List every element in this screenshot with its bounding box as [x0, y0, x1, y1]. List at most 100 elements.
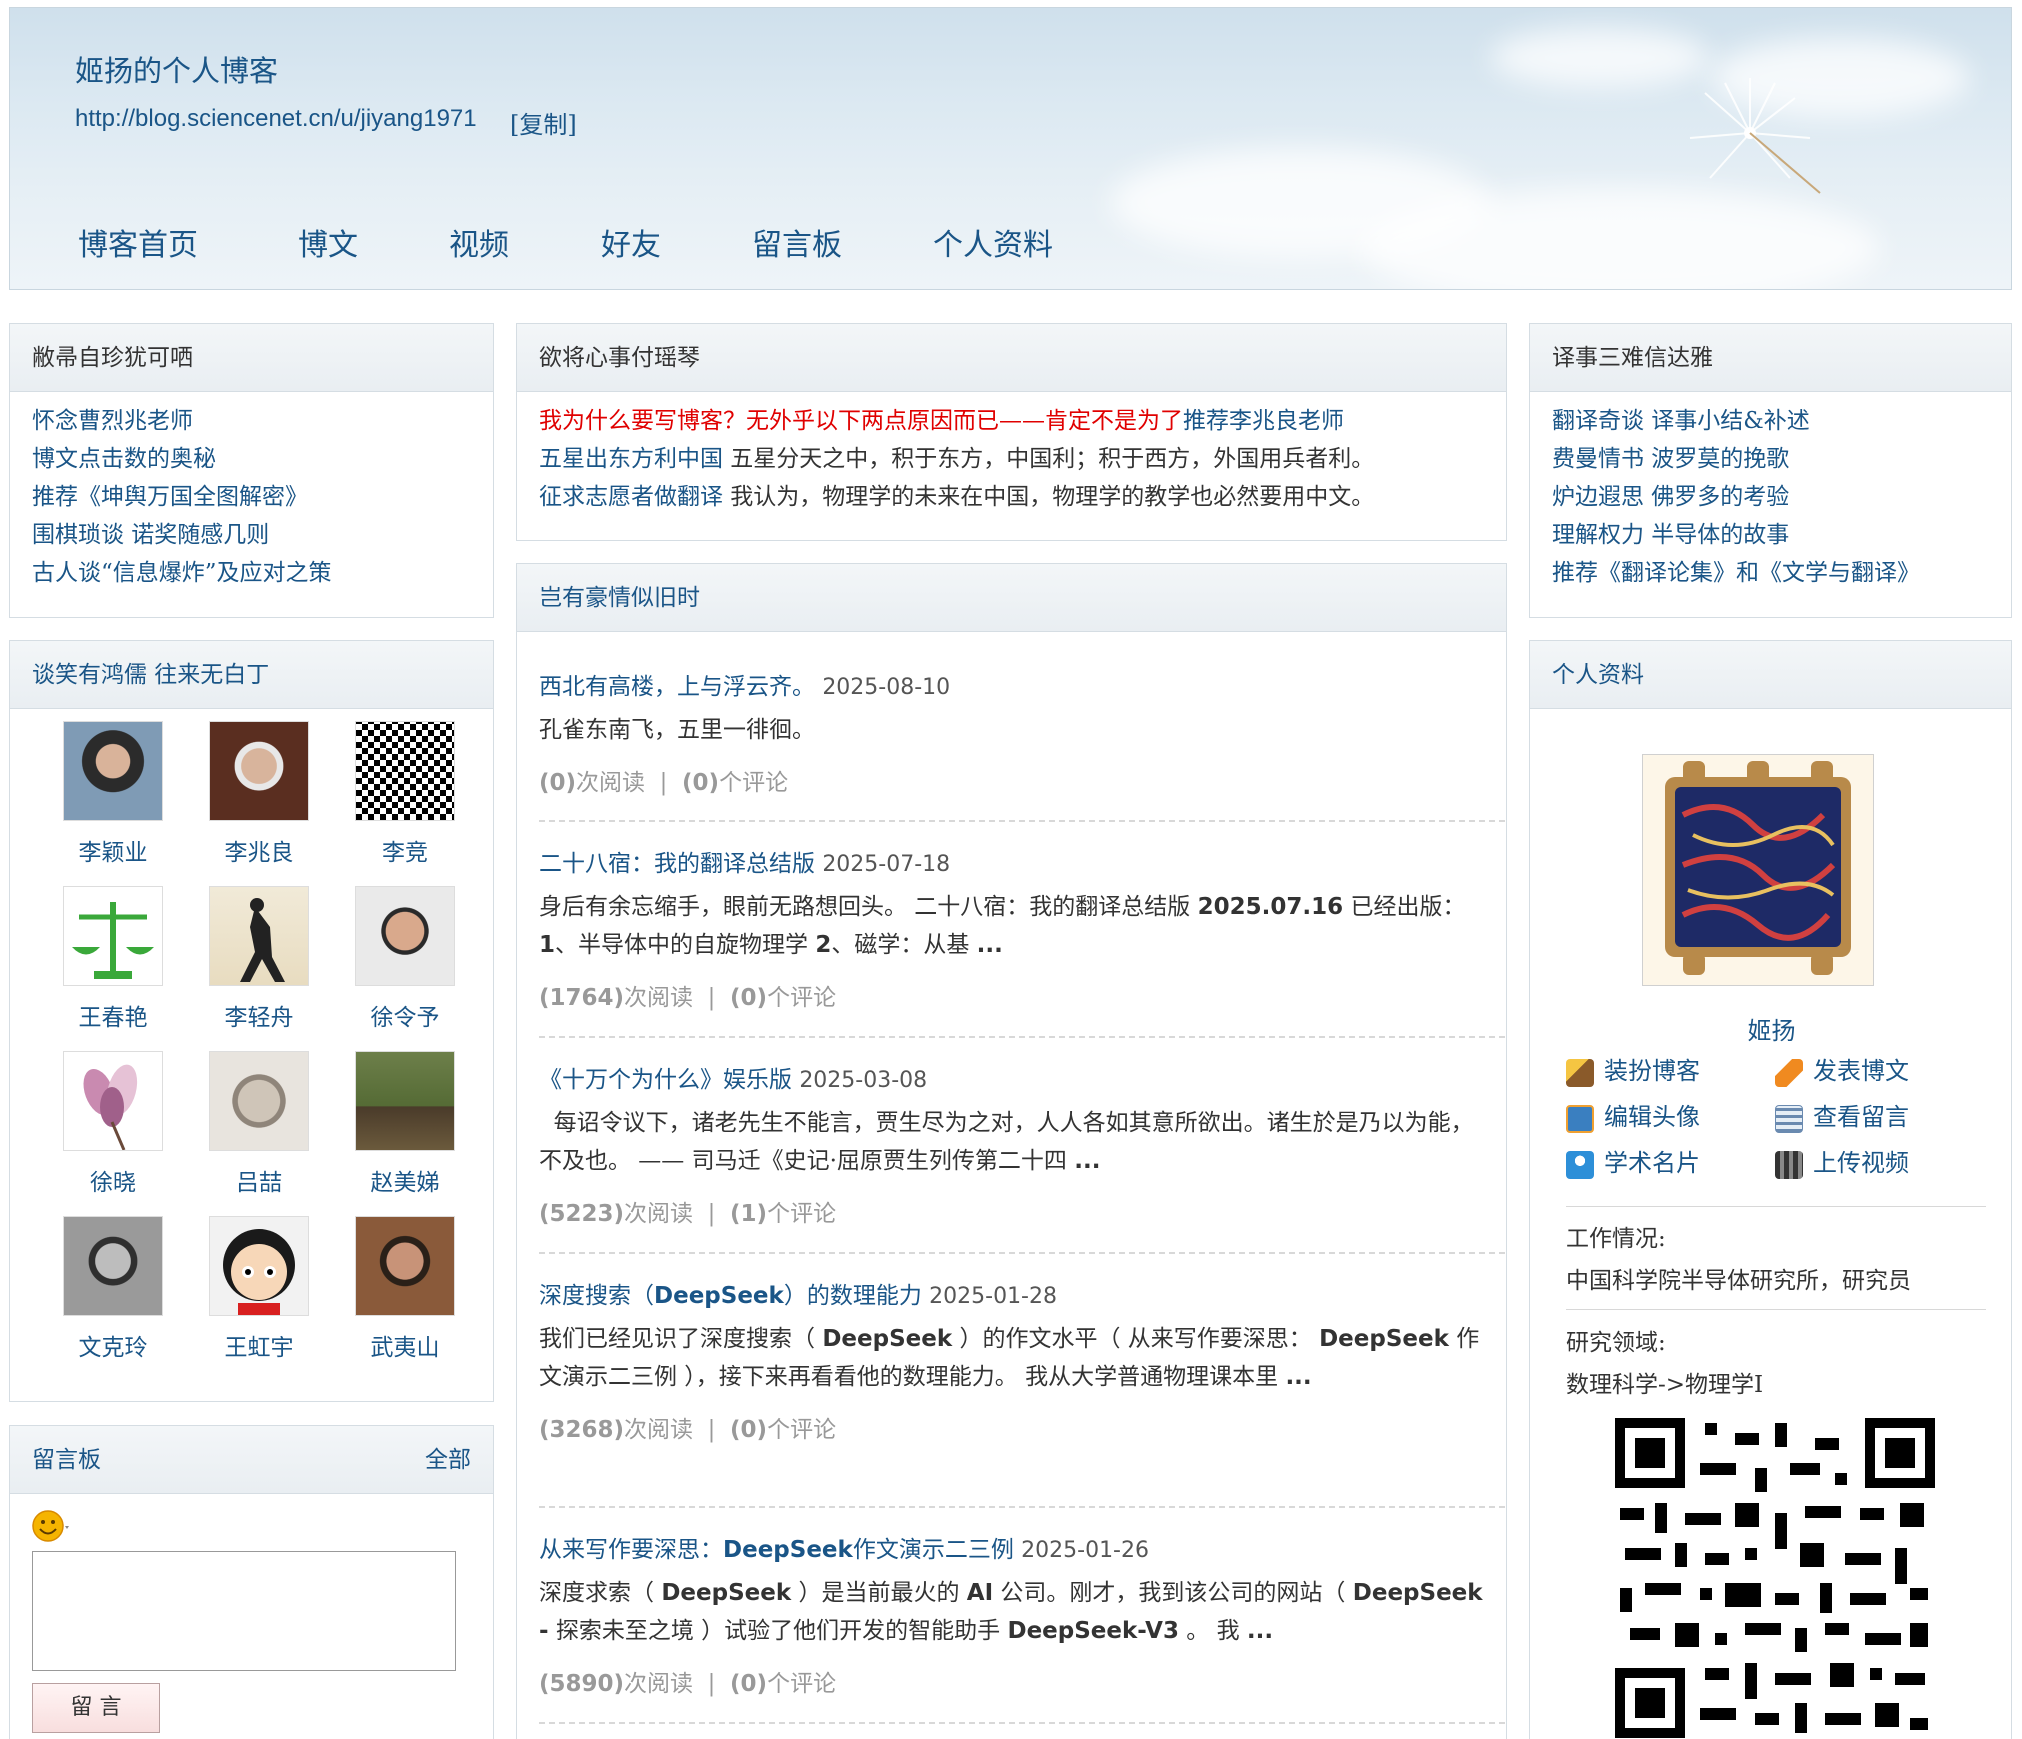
nav-profile[interactable]: 个人资料 [933, 220, 1053, 264]
academic-card-action[interactable]: 学术名片 [1566, 1143, 1700, 1179]
post-title-text[interactable]: 《十万个为什么》娱乐版 [539, 1067, 792, 1093]
action-label[interactable]: 装扮博客 [1604, 1057, 1700, 1085]
pinned-red-link[interactable]: 我为什么要写博客？无外乎以下两点原因而已——肯定不是为了 [539, 408, 1183, 434]
post-title[interactable]: 《十万个为什么》娱乐版 2025-03-08 [539, 1060, 1487, 1094]
friend-avatar[interactable] [355, 721, 455, 821]
friend-name[interactable]: 李轻舟 [199, 998, 319, 1032]
featured-link[interactable]: 怀念曹烈兆老师 [32, 402, 493, 440]
friend-name[interactable]: 李竞 [345, 833, 465, 867]
featured-link[interactable]: 推荐《坤舆万国全图解密》 [32, 478, 493, 516]
nav-posts[interactable]: 博文 [298, 220, 358, 264]
blog-url[interactable]: http://blog.sciencenet.cn/u/jiyang1971 [75, 105, 477, 133]
friend-name[interactable]: 武夷山 [345, 1328, 465, 1362]
friend-avatar[interactable] [209, 1051, 309, 1151]
profile-name[interactable]: 姬扬 [1530, 1011, 2013, 1046]
post-title[interactable]: 从来写作要深思：DeepSeek作文演示二三例 2025-01-26 [539, 1530, 1487, 1564]
translation-link[interactable]: 炉边遐思 佛罗多的考验 [1552, 478, 2011, 516]
friend-item[interactable]: 吕喆 [199, 1051, 319, 1197]
action-label[interactable]: 发表博文 [1813, 1057, 1909, 1085]
friend-item[interactable]: 王春艳 [53, 886, 173, 1032]
friend-avatar[interactable] [63, 886, 163, 986]
pinned-link[interactable]: 五星出东方利中国 [539, 446, 723, 472]
translation-link[interactable]: 理解权力 半导体的故事 [1552, 516, 2011, 554]
featured-link[interactable]: 古人谈“信息爆炸”及应对之策 [32, 554, 493, 592]
post-divider [539, 1506, 1505, 1508]
friend-name[interactable]: 李颖业 [53, 833, 173, 867]
edit-avatar-action[interactable]: 编辑头像 [1566, 1097, 1700, 1133]
friend-item[interactable]: 王虹宇 [199, 1216, 319, 1362]
post-excerpt: 每诏令议下，诸老先生不能言，贾生尽为之对，人人各如其意所欲出。诸生於是乃以为能，… [539, 1110, 1474, 1174]
friend-name[interactable]: 王春艳 [53, 998, 173, 1032]
view-messages-action[interactable]: 查看留言 [1775, 1097, 1909, 1133]
pinned-link[interactable]: 征求志愿者做翻译 [539, 484, 723, 510]
recent-posts-panel: 岂有豪情似旧时 西北有高楼，上与浮云齐。 2025-08-10 孔雀东南飞，五里… [516, 563, 1507, 1739]
friend-avatar[interactable] [355, 1216, 455, 1316]
friend-avatar[interactable] [355, 1051, 455, 1151]
translation-link[interactable]: 推荐《翻译论集》和《文学与翻译》 [1552, 554, 2011, 592]
film-icon [1775, 1150, 1803, 1179]
panel-title: 谈笑有鸿儒 往来无白丁 [10, 641, 493, 709]
featured-link[interactable]: 围棋琐谈 诺奖随感几则 [32, 516, 493, 554]
friend-avatar[interactable] [63, 1216, 163, 1316]
friend-item[interactable]: 徐晓 [53, 1051, 173, 1197]
friend-name[interactable]: 赵美娣 [345, 1163, 465, 1197]
friend-name[interactable]: 李兆良 [199, 833, 319, 867]
pinned-link[interactable]: 推荐李兆良老师 [1183, 408, 1344, 434]
translation-link[interactable]: 费曼情书 波罗莫的挽歌 [1552, 440, 2011, 478]
friend-item[interactable]: 李颖业 [53, 721, 173, 867]
friend-avatar[interactable] [63, 721, 163, 821]
action-label[interactable]: 学术名片 [1604, 1149, 1700, 1177]
friend-avatar[interactable] [355, 886, 455, 986]
nav-videos[interactable]: 视频 [449, 220, 509, 264]
post-excerpt: 我们已经见识了深度搜索（ DeepSeek ）的作文水平（ 从来写作要深思： D… [539, 1326, 1480, 1390]
friend-item[interactable]: 李竞 [345, 721, 465, 867]
friend-name[interactable]: 徐令予 [345, 998, 465, 1032]
friend-item[interactable]: 文克玲 [53, 1216, 173, 1362]
friend-avatar[interactable] [209, 1216, 309, 1316]
post-title[interactable]: 深度搜索（DeepSeek）的数理能力 2025-01-28 [539, 1276, 1487, 1310]
post-title[interactable]: 二十八宿：我的翻译总结版 2025-07-18 [539, 844, 1487, 878]
friend-item[interactable]: 赵美娣 [345, 1051, 465, 1197]
pinned-posts-panel: 欲将心事付瑶琴 我为什么要写博客？无外乎以下两点原因而已——肯定不是为了推荐李兆… [516, 323, 1507, 541]
work-label: 工作情况: [1566, 1226, 1666, 1252]
copy-url-link[interactable]: [复制] [510, 105, 577, 140]
featured-link[interactable]: 博文点击数的奥秘 [32, 440, 493, 478]
post-title-text[interactable]: 二十八宿：我的翻译总结版 [539, 851, 815, 877]
comment-label: 个评论 [767, 1417, 837, 1443]
friend-item[interactable]: 徐令予 [345, 886, 465, 1032]
smiley-icon[interactable] [32, 1508, 74, 1544]
translation-links: 翻译奇谈 译事小结&补述 费曼情书 波罗莫的挽歌 炉边遐思 佛罗多的考验 理解权… [1530, 392, 2011, 592]
guestbook-all-link[interactable]: 全部 [425, 1426, 471, 1494]
nav-friends[interactable]: 好友 [601, 220, 661, 264]
upload-video-action[interactable]: 上传视频 [1775, 1143, 1909, 1179]
post-title[interactable]: 西北有高楼，上与浮云齐。 2025-08-10 [539, 667, 1487, 701]
post-date: 2025-07-18 [822, 852, 951, 877]
friend-avatar[interactable] [209, 721, 309, 821]
write-post-action[interactable]: 发表博文 [1775, 1051, 1909, 1087]
post-divider [539, 1252, 1505, 1254]
friend-name[interactable]: 徐晓 [53, 1163, 173, 1197]
action-label[interactable]: 编辑头像 [1604, 1103, 1700, 1131]
friend-name[interactable]: 吕喆 [199, 1163, 319, 1197]
action-label[interactable]: 上传视频 [1813, 1149, 1909, 1177]
post-divider [539, 1722, 1505, 1724]
action-label[interactable]: 查看留言 [1813, 1103, 1909, 1131]
friend-item[interactable]: 武夷山 [345, 1216, 465, 1362]
friend-avatar[interactable] [63, 1051, 163, 1151]
guestbook-textarea[interactable] [32, 1551, 456, 1671]
guestbook-submit-button[interactable]: 留 言 [32, 1683, 160, 1733]
comment-count: (0) [682, 770, 720, 796]
translation-link[interactable]: 翻译奇谈 译事小结&补述 [1552, 402, 2011, 440]
friend-name[interactable]: 文克玲 [53, 1328, 173, 1362]
friend-name[interactable]: 王虹宇 [199, 1328, 319, 1362]
friend-avatar[interactable] [209, 886, 309, 986]
post-title-text[interactable]: 西北有高楼，上与浮云齐。 [539, 674, 815, 700]
friend-item[interactable]: 李兆良 [199, 721, 319, 867]
nav-guestbook[interactable]: 留言板 [752, 220, 842, 264]
decorate-blog-action[interactable]: 装扮博客 [1566, 1051, 1700, 1087]
profile-avatar[interactable] [1642, 754, 1874, 986]
post-stats: (3268)次阅读 | (0)个评论 [539, 1417, 837, 1443]
nav-blog-home[interactable]: 博客首页 [78, 220, 198, 264]
emoji-picker[interactable] [32, 1508, 74, 1544]
friend-item[interactable]: 李轻舟 [199, 886, 319, 1032]
